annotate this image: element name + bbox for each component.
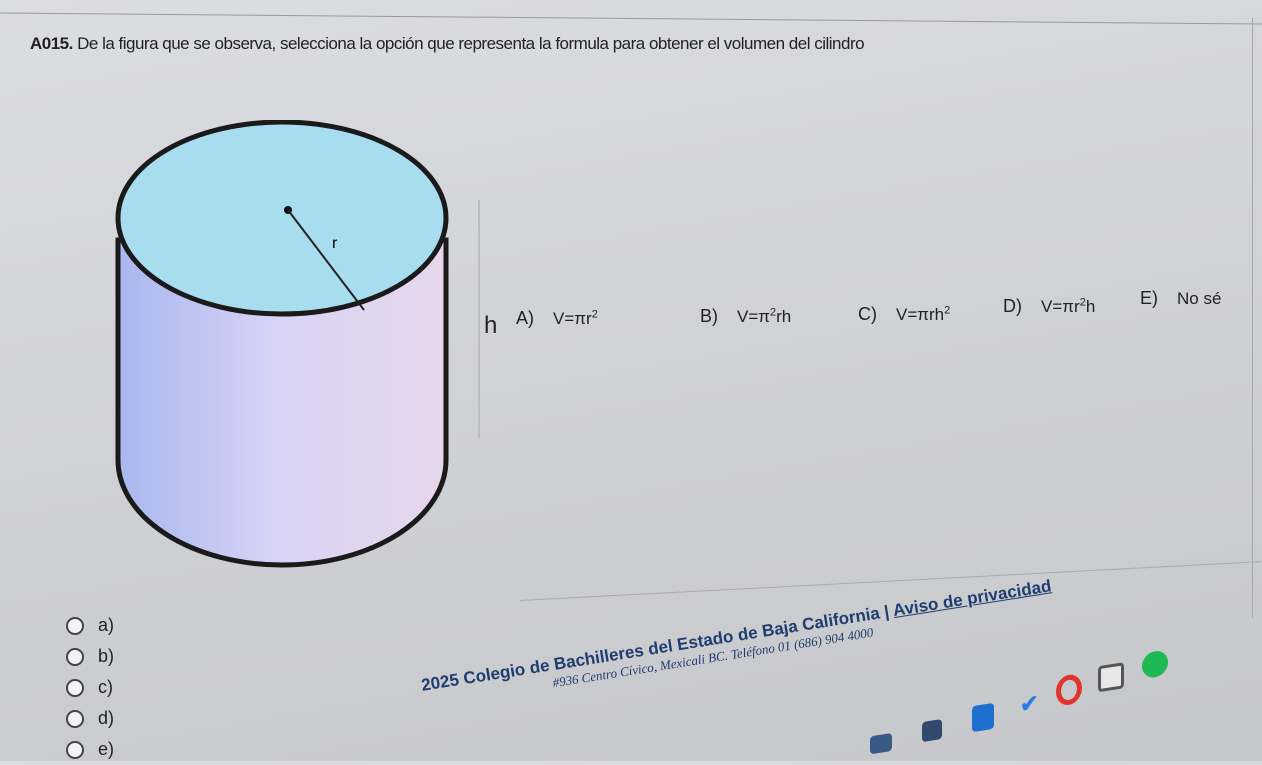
option-d: D) V=πr2h — [1003, 296, 1096, 316]
folder-icon[interactable] — [870, 732, 892, 755]
radio-e[interactable] — [66, 740, 84, 759]
radio-d[interactable] — [66, 709, 84, 728]
question-body: De la figura que se observa, selecciona … — [77, 34, 865, 53]
top-border — [0, 0, 1262, 25]
radio-a[interactable] — [66, 616, 84, 635]
answer-a[interactable]: a) — [66, 610, 114, 641]
answer-list: a) b) c) d) e) — [66, 610, 114, 765]
answer-d[interactable]: d) — [66, 703, 114, 734]
footer-divider — [519, 561, 1262, 601]
answer-c[interactable]: c) — [66, 672, 114, 703]
star-icon[interactable] — [922, 719, 942, 743]
question-text: A015. De la figura que se observa, selec… — [30, 34, 865, 54]
height-label: h — [484, 312, 498, 339]
radius-label: r — [332, 235, 338, 252]
option-e: E) No sé — [1140, 288, 1222, 308]
option-a: A) V=πr2 — [516, 308, 598, 328]
cylinder-top — [115, 120, 449, 317]
radio-c[interactable] — [66, 678, 84, 697]
cylinder-figure: r — [115, 120, 449, 568]
answer-e[interactable]: e) — [66, 734, 114, 765]
answer-b[interactable]: b) — [66, 641, 114, 672]
opera-icon[interactable] — [1056, 672, 1082, 707]
option-c: C) V=πrh2 — [858, 304, 951, 324]
word-icon[interactable] — [972, 702, 994, 733]
question-number: A015. — [30, 34, 73, 53]
check-icon[interactable]: ✔ — [1020, 689, 1044, 718]
radio-b[interactable] — [66, 647, 84, 666]
spotify-icon[interactable] — [1142, 649, 1168, 680]
app-icon[interactable] — [1098, 662, 1124, 693]
height-line — [478, 200, 480, 438]
option-b: B) V=π2rh — [700, 306, 792, 326]
taskbar: ✔ — [860, 626, 1262, 761]
right-border — [1252, 18, 1253, 618]
